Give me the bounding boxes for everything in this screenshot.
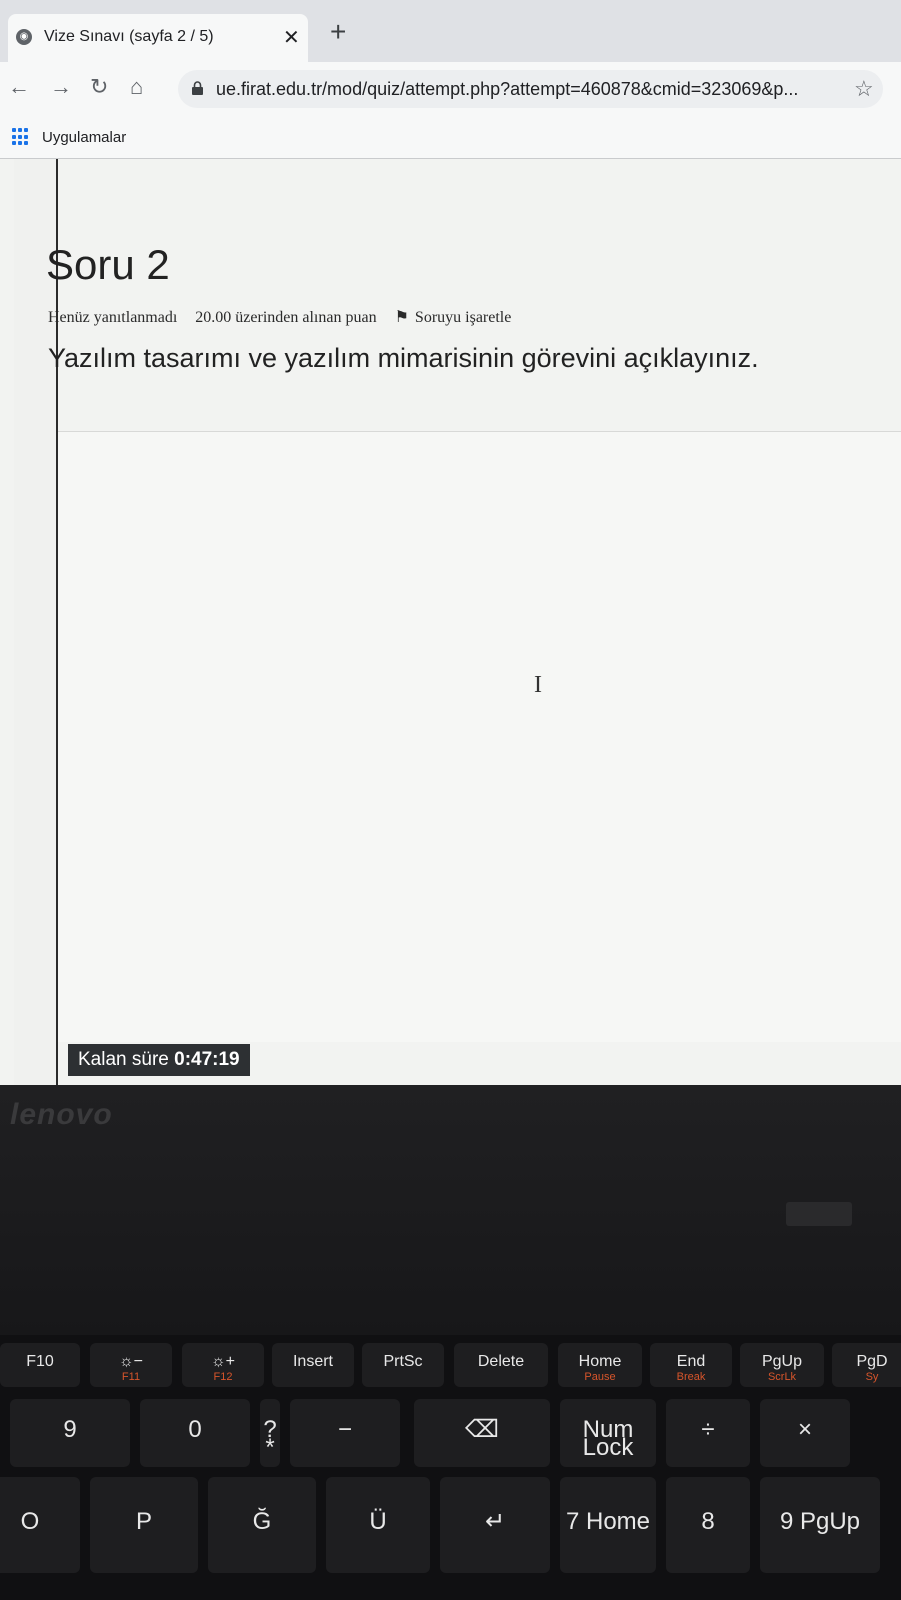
bookmarks-bar: Uygulamalar	[0, 116, 901, 159]
key-f11[interactable]: ☼− F11	[90, 1343, 172, 1387]
back-arrow-icon[interactable]: ←	[8, 74, 30, 100]
page-content: Soru 2 Henüz yanıtlanmadı 20.00 üzerinde…	[0, 159, 901, 1085]
key-numlock[interactable]: Num Lock	[560, 1399, 656, 1467]
timer-value: 0:47:19	[174, 1049, 240, 1070]
text-cursor-icon: I	[534, 672, 542, 698]
address-bar[interactable]: ue.firat.edu.tr/mod/quiz/attempt.php?att…	[178, 70, 883, 108]
bezel-sensor	[786, 1202, 852, 1226]
key-0-label: 0	[188, 1416, 202, 1443]
key-enter-label: ↵	[484, 1508, 506, 1535]
question-title: Soru 2	[46, 241, 170, 288]
key-8[interactable]: 8	[666, 1477, 750, 1573]
key-u-umlaut-label: Ü	[369, 1508, 387, 1535]
moodle-favicon-icon: ◉	[16, 29, 32, 45]
key-f12-label: ☼+	[210, 1353, 235, 1370]
key-o[interactable]: O	[0, 1477, 80, 1573]
timer-label: Kalan süre	[78, 1049, 169, 1070]
key-home[interactable]: Home Pause	[558, 1343, 642, 1387]
key-f10[interactable]: F10	[0, 1343, 80, 1387]
tab-title: Vize Sınavı (sayfa 2 / 5)	[44, 28, 214, 45]
key-prtsc[interactable]: PrtSc	[362, 1343, 444, 1387]
answer-textarea[interactable]: I	[58, 431, 901, 1042]
key-prtsc-label: PrtSc	[383, 1353, 423, 1370]
browser-toolbar: ← → ↻ ⌂ ue.firat.edu.tr/mod/quiz/attempt…	[0, 62, 901, 116]
key-g-breve[interactable]: Ğ	[208, 1477, 316, 1573]
home-icon[interactable]: ⌂	[130, 74, 143, 100]
key-f10-label: F10	[26, 1353, 54, 1370]
key-o-label: O	[20, 1508, 40, 1535]
key-enter[interactable]: ↵	[440, 1477, 550, 1573]
key-pgdn-sublabel: Sy	[865, 1371, 879, 1383]
key-8-label: 8	[701, 1508, 715, 1535]
tab-close-icon[interactable]: ✕	[283, 25, 300, 50]
key-pgdn-label: PgD	[856, 1353, 888, 1370]
key-7[interactable]: 7 Home	[560, 1477, 656, 1573]
key-u-umlaut[interactable]: Ü	[326, 1477, 430, 1573]
key-star[interactable]: ? *	[260, 1399, 280, 1467]
flag-question-label: Soruyu işaretle	[414, 309, 512, 326]
key-backspace-label: ⌫	[465, 1416, 499, 1443]
laptop-keyboard: F10 ☼− F11 ☼+ F12 Insert PrtSc Delete Home Pause E…	[0, 1335, 901, 1600]
key-divide-label: ÷	[701, 1416, 715, 1443]
key-f11-sublabel: F11	[121, 1371, 141, 1383]
apps-bookmark-label[interactable]: Uygulamalar	[42, 129, 126, 146]
key-delete[interactable]: Delete	[454, 1343, 548, 1387]
key-0[interactable]: 0	[140, 1399, 250, 1467]
key-f12[interactable]: ☼+ F12	[182, 1343, 264, 1387]
key-g-breve-label: Ğ	[252, 1508, 272, 1535]
question-text: Yazılım tasarımı ve yazılım mimarisinin …	[48, 343, 759, 373]
key-multiply-label: ×	[797, 1416, 812, 1443]
reload-icon[interactable]: ↻	[90, 74, 108, 100]
key-9[interactable]: 9	[10, 1399, 130, 1467]
flag-icon: ⚑	[394, 309, 409, 326]
key-minus-label: −	[337, 1416, 352, 1443]
key-star-label: ? *	[263, 1416, 277, 1461]
url-text: ue.firat.edu.tr/mod/quiz/attempt.php?att…	[216, 79, 799, 99]
tab-strip: ◉ Vize Sınavı (sayfa 2 / 5) ✕ +	[0, 0, 901, 62]
key-home-sublabel: Pause	[584, 1371, 616, 1383]
key-7-label: 7 Home	[565, 1508, 651, 1535]
key-p-label: P	[135, 1508, 152, 1535]
browser-tab[interactable]: ◉ Vize Sınavı (sayfa 2 / 5) ✕	[8, 14, 308, 62]
laptop-bezel	[0, 1085, 901, 1335]
question-status: Henüz yanıtlanmadı	[48, 309, 178, 326]
key-home-label: Home	[578, 1353, 622, 1370]
key-delete-label: Delete	[477, 1353, 525, 1370]
key-divide[interactable]: ÷	[666, 1399, 750, 1467]
key-9-numpad-label: 9 PgUp	[779, 1508, 861, 1535]
quiz-timer: Kalan süre 0:47:19	[68, 1044, 250, 1076]
laptop-screen: ◉ Vize Sınavı (sayfa 2 / 5) ✕ + ← → ↻ ⌂ …	[0, 0, 901, 1085]
key-pgup-label: PgUp	[761, 1353, 803, 1370]
key-f12-sublabel: F12	[213, 1371, 233, 1383]
lenovo-logo: lenovo	[10, 1098, 113, 1131]
lock-icon	[192, 81, 203, 95]
forward-arrow-icon[interactable]: →	[50, 74, 72, 100]
key-pgup[interactable]: PgUp ScrLk	[740, 1343, 824, 1387]
question-info: Henüz yanıtlanmadı 20.00 üzerinden alına…	[48, 307, 539, 327]
question-points: 20.00 üzerinden alınan puan	[195, 309, 377, 326]
key-minus[interactable]: −	[290, 1399, 400, 1467]
key-p[interactable]: P	[90, 1477, 198, 1573]
key-pgup-sublabel: ScrLk	[767, 1371, 797, 1383]
key-insert[interactable]: Insert	[272, 1343, 354, 1387]
flag-question-link[interactable]: ⚑ Soruyu işaretle	[395, 309, 526, 326]
apps-grid-icon[interactable]	[12, 128, 30, 146]
key-multiply[interactable]: ×	[760, 1399, 850, 1467]
key-insert-label: Insert	[292, 1353, 333, 1370]
key-9-numpad[interactable]: 9 PgUp	[760, 1477, 880, 1573]
key-end-label: End	[676, 1353, 706, 1370]
bookmark-star-icon[interactable]: ☆	[854, 76, 874, 102]
key-end[interactable]: End Break	[650, 1343, 732, 1387]
key-pgdn[interactable]: PgD Sy	[832, 1343, 901, 1387]
key-f11-label: ☼−	[118, 1353, 143, 1370]
key-numlock-label: Num Lock	[582, 1416, 634, 1461]
key-backspace[interactable]: ⌫	[414, 1399, 550, 1467]
key-9-label: 9	[63, 1416, 77, 1443]
left-page-margin	[14, 159, 58, 1085]
key-end-sublabel: Break	[676, 1371, 706, 1383]
new-tab-icon[interactable]: +	[330, 18, 346, 46]
